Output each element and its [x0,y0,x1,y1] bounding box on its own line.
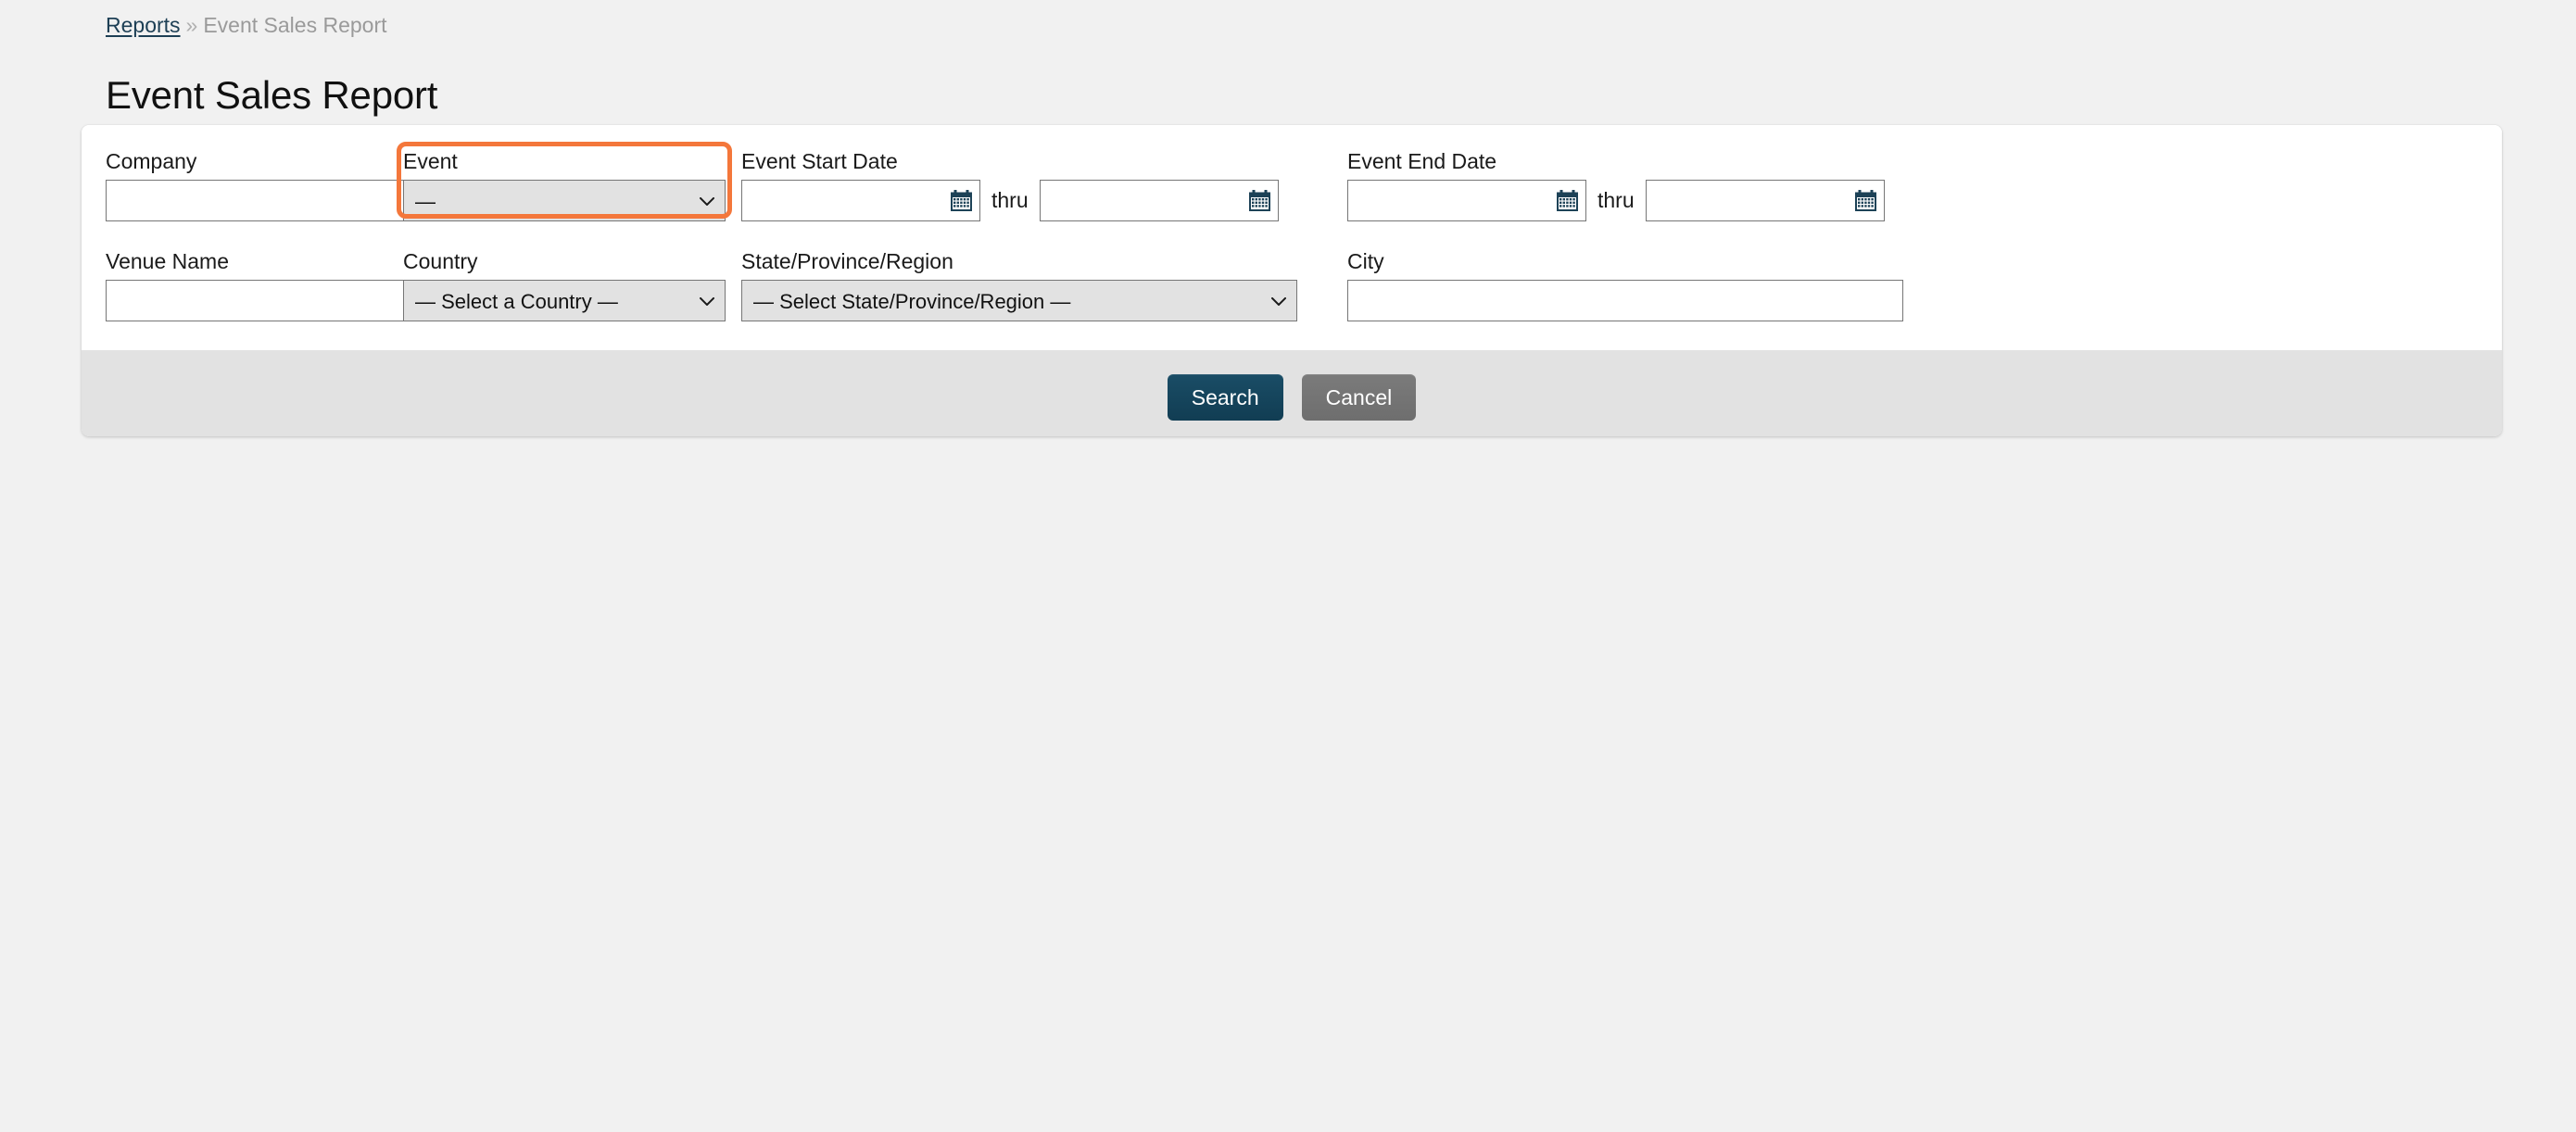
label-thru-end: thru [1597,188,1635,212]
label-country: Country [403,249,478,273]
input-city[interactable] [1347,280,1903,321]
input-event-start-date-from[interactable] [742,181,979,220]
input-venue-name[interactable] [106,280,421,321]
label-city: City [1347,249,1384,273]
label-event: Event [403,149,458,173]
field-event-end-date: Event End Date thru [1347,149,1903,221]
select-wrap-event: — [403,180,726,221]
label-state-province-region: State/Province/Region [741,249,953,273]
date-range-event-start: thru [741,180,1297,221]
filter-fields-area: Company Event — Event Start Date thru Ev… [82,125,2502,350]
field-country: Country — Select a Country — [403,249,726,321]
search-button[interactable]: Search [1167,374,1283,421]
input-event-start-date-to[interactable] [1040,181,1278,220]
action-button-row: Search Cancel [82,374,2502,421]
breadcrumb-separator: » [185,13,198,37]
panel-footer: Search Cancel [82,350,2502,436]
field-venue-name: Venue Name [106,249,421,321]
select-event[interactable]: — [403,180,726,221]
field-event-start-date: Event Start Date thru [741,149,1297,221]
label-event-end-date: Event End Date [1347,149,1497,173]
breadcrumb-current: Event Sales Report [203,13,387,37]
select-country[interactable]: — Select a Country — [403,280,726,321]
date-range-event-end: thru [1347,180,1903,221]
label-company: Company [106,149,197,173]
input-event-end-date-to[interactable] [1646,181,1884,220]
select-wrap-country: — Select a Country — [403,280,726,321]
field-city: City [1347,249,1903,321]
calendar-icon[interactable] [950,189,973,212]
field-state-province-region: State/Province/Region — Select State/Pro… [741,249,1297,321]
label-event-start-date: Event Start Date [741,149,898,173]
date-box-event-end-from [1347,180,1586,221]
breadcrumb: Reports» Event Sales Report [106,12,387,38]
search-filter-panel: Company Event — Event Start Date thru Ev… [82,125,2502,436]
input-event-end-date-from[interactable] [1348,181,1585,220]
date-box-event-start-to [1039,180,1279,221]
calendar-icon[interactable] [1556,189,1579,212]
breadcrumb-link-reports[interactable]: Reports [106,13,181,37]
select-wrap-state-province-region: — Select State/Province/Region — [741,280,1297,321]
select-state-province-region[interactable]: — Select State/Province/Region — [741,280,1297,321]
calendar-icon[interactable] [1854,189,1877,212]
cancel-button[interactable]: Cancel [1301,374,1417,421]
field-event: Event — [403,149,726,221]
page-title: Event Sales Report [106,73,438,118]
calendar-icon[interactable] [1248,189,1271,212]
date-box-event-end-to [1645,180,1885,221]
label-thru-start: thru [991,188,1029,212]
date-box-event-start-from [741,180,980,221]
input-company[interactable] [106,180,421,221]
label-venue-name: Venue Name [106,249,229,273]
field-company: Company [106,149,421,221]
